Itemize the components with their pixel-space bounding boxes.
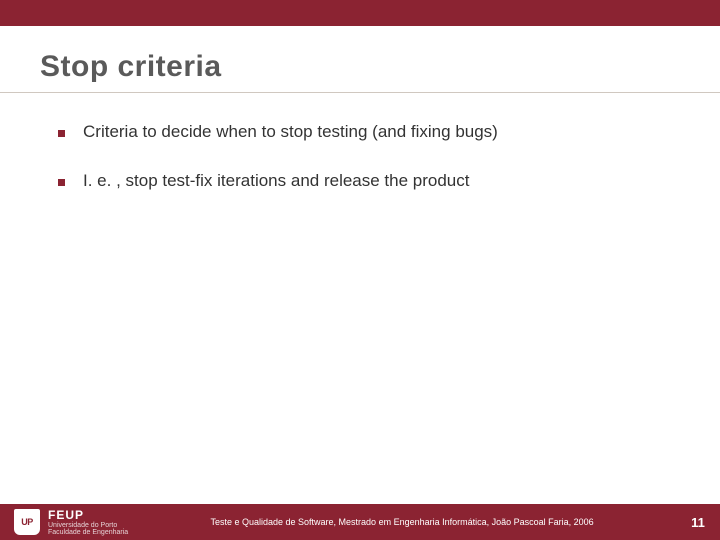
slide: Stop criteria Criteria to decide when to… xyxy=(0,0,720,540)
slide-title: Stop criteria xyxy=(40,50,680,84)
bullet-text: Criteria to decide when to stop testing … xyxy=(83,121,498,144)
logo-crest-text: UP xyxy=(21,517,33,527)
title-container: Stop criteria xyxy=(0,26,720,93)
list-item: I. e. , stop test-fix iterations and rel… xyxy=(58,170,670,193)
list-item: Criteria to decide when to stop testing … xyxy=(58,121,670,144)
page-number: 11 xyxy=(676,515,720,530)
footer-logo: UP FEUP Universidade do Porto Faculdade … xyxy=(0,504,128,540)
bullet-icon xyxy=(58,179,65,186)
bullet-icon xyxy=(58,130,65,137)
footer-bar: UP FEUP Universidade do Porto Faculdade … xyxy=(0,504,720,540)
logo-label: FEUP xyxy=(48,509,128,521)
top-accent-bar xyxy=(0,0,720,26)
bullet-text: I. e. , stop test-fix iterations and rel… xyxy=(83,170,469,193)
logo-subtitle-1: Universidade do Porto xyxy=(48,522,128,529)
content-area: Criteria to decide when to stop testing … xyxy=(0,93,720,193)
logo-text-block: FEUP Universidade do Porto Faculdade de … xyxy=(48,509,128,536)
logo-crest-icon: UP xyxy=(14,509,40,535)
footer-text: Teste e Qualidade de Software, Mestrado … xyxy=(128,517,676,527)
logo-subtitle-2: Faculdade de Engenharia xyxy=(48,529,128,536)
